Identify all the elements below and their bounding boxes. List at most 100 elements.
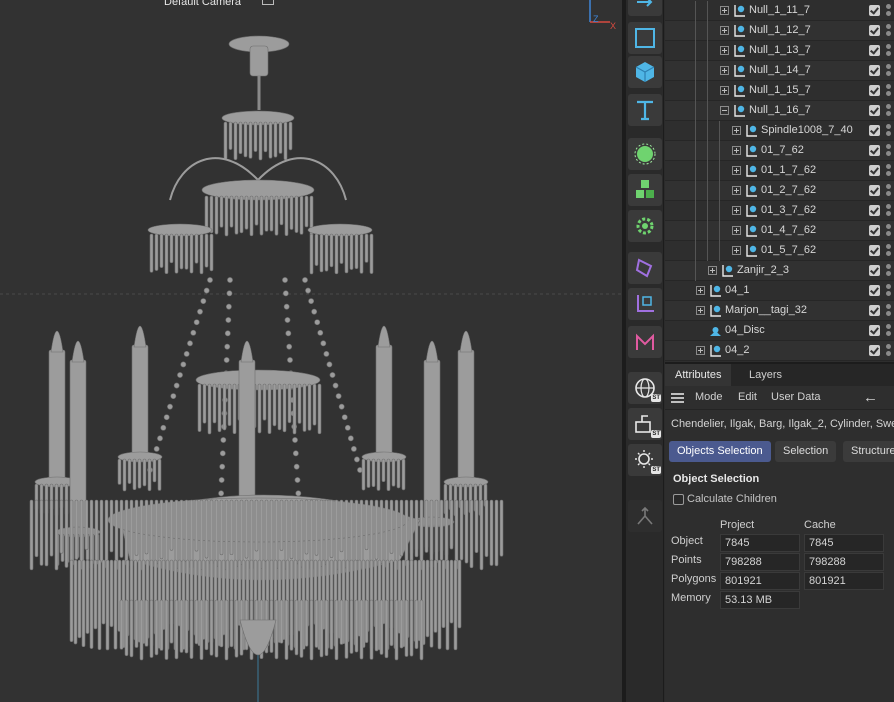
object-row[interactable]: 01_7_62 bbox=[665, 141, 894, 161]
object-name[interactable]: 04_Disc bbox=[725, 324, 765, 336]
expand-icon[interactable] bbox=[720, 46, 729, 55]
editor-render-dots-icon[interactable] bbox=[886, 104, 894, 118]
object-name[interactable]: Null_1_13_7 bbox=[749, 44, 811, 56]
selection-button[interactable]: Selection bbox=[775, 441, 837, 462]
object-name[interactable]: 01_3_7_62 bbox=[761, 204, 816, 216]
visibility-check-icon[interactable] bbox=[869, 45, 880, 56]
object-name[interactable]: 01_4_7_62 bbox=[761, 224, 816, 236]
expand-icon[interactable] bbox=[732, 166, 741, 175]
object-row[interactable]: Null_1_14_7 bbox=[665, 61, 894, 81]
editor-render-dots-icon[interactable] bbox=[886, 204, 894, 218]
object-row[interactable]: 01_3_7_62 bbox=[665, 201, 894, 221]
cube-icon[interactable] bbox=[628, 56, 662, 88]
editor-render-dots-icon[interactable] bbox=[886, 64, 894, 78]
object-row[interactable]: 01_2_7_62 bbox=[665, 181, 894, 201]
object-name[interactable]: 01_7_62 bbox=[761, 144, 804, 156]
plane-icon[interactable] bbox=[628, 22, 662, 54]
object-row[interactable]: Null_1_11_7 bbox=[665, 1, 894, 21]
hair-icon[interactable] bbox=[628, 326, 662, 358]
visibility-check-icon[interactable] bbox=[869, 285, 880, 296]
camera-st-icon[interactable]: ST bbox=[628, 408, 662, 440]
expand-icon[interactable] bbox=[732, 246, 741, 255]
menu-edit[interactable]: Edit bbox=[738, 391, 757, 403]
object-name[interactable]: Null_1_14_7 bbox=[749, 64, 811, 76]
3d-viewport[interactable]: Default Camera Z X bbox=[0, 0, 622, 702]
arrow-tool-icon[interactable] bbox=[628, 0, 662, 16]
object-name[interactable]: 01_5_7_62 bbox=[761, 244, 816, 256]
object-row[interactable]: 04_1 bbox=[665, 281, 894, 301]
hamburger-menu-icon[interactable] bbox=[671, 393, 684, 403]
object-name[interactable]: Null_1_11_7 bbox=[749, 4, 810, 16]
object-row[interactable]: Null_1_12_7 bbox=[665, 21, 894, 41]
object-row[interactable]: 04_Disc bbox=[665, 321, 894, 341]
object-row[interactable]: Marjon__tagi_32 bbox=[665, 301, 894, 321]
object-row[interactable]: 01_4_7_62 bbox=[665, 221, 894, 241]
editor-render-dots-icon[interactable] bbox=[886, 144, 894, 158]
expand-icon[interactable] bbox=[696, 286, 705, 295]
object-name[interactable]: 04_2 bbox=[725, 344, 749, 356]
menu-mode[interactable]: Mode bbox=[695, 391, 723, 403]
object-name[interactable]: Null_1_12_7 bbox=[749, 24, 811, 36]
object-row[interactable]: Spindle1008_7_40 bbox=[665, 121, 894, 141]
expand-icon[interactable] bbox=[708, 266, 717, 275]
editor-render-dots-icon[interactable] bbox=[886, 184, 894, 198]
expand-icon[interactable] bbox=[732, 206, 741, 215]
expand-icon[interactable] bbox=[720, 6, 729, 15]
visibility-check-icon[interactable] bbox=[869, 265, 880, 276]
object-name[interactable]: 01_2_7_62 bbox=[761, 184, 816, 196]
visibility-check-icon[interactable] bbox=[869, 25, 880, 36]
visibility-check-icon[interactable] bbox=[869, 125, 880, 136]
object-row[interactable]: Null_1_15_7 bbox=[665, 81, 894, 101]
visibility-check-icon[interactable] bbox=[869, 185, 880, 196]
expand-icon[interactable] bbox=[720, 26, 729, 35]
visibility-check-icon[interactable] bbox=[869, 225, 880, 236]
editor-render-dots-icon[interactable] bbox=[886, 4, 894, 18]
object-name[interactable]: Marjon__tagi_32 bbox=[725, 304, 807, 316]
expand-icon[interactable] bbox=[720, 66, 729, 75]
visibility-check-icon[interactable] bbox=[869, 145, 880, 156]
visibility-check-icon[interactable] bbox=[869, 5, 880, 16]
object-row[interactable]: Zanjir_2_3 bbox=[665, 261, 894, 281]
visibility-check-icon[interactable] bbox=[869, 65, 880, 76]
object-name[interactable]: 04_1 bbox=[725, 284, 749, 296]
object-name[interactable]: Zanjir_2_3 bbox=[737, 264, 789, 276]
editor-render-dots-icon[interactable] bbox=[886, 24, 894, 38]
deformer-gear-icon[interactable] bbox=[628, 210, 662, 242]
expand-icon[interactable] bbox=[732, 126, 741, 135]
object-row[interactable]: Null_1_13_7 bbox=[665, 41, 894, 61]
visibility-check-icon[interactable] bbox=[869, 305, 880, 316]
tab-attributes[interactable]: Attributes bbox=[665, 364, 732, 386]
expand-icon[interactable] bbox=[696, 306, 705, 315]
expand-icon[interactable] bbox=[732, 186, 741, 195]
editor-render-dots-icon[interactable] bbox=[886, 264, 894, 278]
object-row[interactable]: 01_1_7_62 bbox=[665, 161, 894, 181]
generator-cubes-icon[interactable] bbox=[628, 174, 662, 206]
visibility-check-icon[interactable] bbox=[869, 245, 880, 256]
visibility-check-icon[interactable] bbox=[869, 325, 880, 336]
object-name[interactable]: Null_1_16_7 bbox=[749, 104, 811, 116]
camera-icon[interactable] bbox=[628, 288, 662, 320]
editor-render-dots-icon[interactable] bbox=[886, 324, 894, 338]
objects-selection-button[interactable]: Objects Selection bbox=[669, 441, 771, 462]
object-row[interactable]: 04_2 bbox=[665, 341, 894, 361]
collapse-icon[interactable] bbox=[720, 106, 729, 115]
editor-render-dots-icon[interactable] bbox=[886, 44, 894, 58]
expand-icon[interactable] bbox=[720, 86, 729, 95]
spline-icon[interactable] bbox=[628, 252, 662, 284]
tab-layers[interactable]: Layers bbox=[739, 364, 792, 386]
editor-render-dots-icon[interactable] bbox=[886, 164, 894, 178]
camera-menu-icon[interactable] bbox=[262, 0, 274, 5]
object-row[interactable]: 01_5_7_62 bbox=[665, 241, 894, 261]
visibility-check-icon[interactable] bbox=[869, 165, 880, 176]
menu-user-data[interactable]: User Data bbox=[771, 391, 821, 403]
back-arrow-icon[interactable]: ← bbox=[863, 389, 878, 406]
editor-render-dots-icon[interactable] bbox=[886, 244, 894, 258]
expand-icon[interactable] bbox=[732, 146, 741, 155]
structure-button[interactable]: Structure bbox=[843, 441, 894, 462]
calculate-children-checkbox[interactable] bbox=[673, 494, 684, 505]
expand-icon[interactable] bbox=[732, 226, 741, 235]
editor-render-dots-icon[interactable] bbox=[886, 124, 894, 138]
editor-render-dots-icon[interactable] bbox=[886, 84, 894, 98]
visibility-check-icon[interactable] bbox=[869, 105, 880, 116]
editor-render-dots-icon[interactable] bbox=[886, 284, 894, 298]
